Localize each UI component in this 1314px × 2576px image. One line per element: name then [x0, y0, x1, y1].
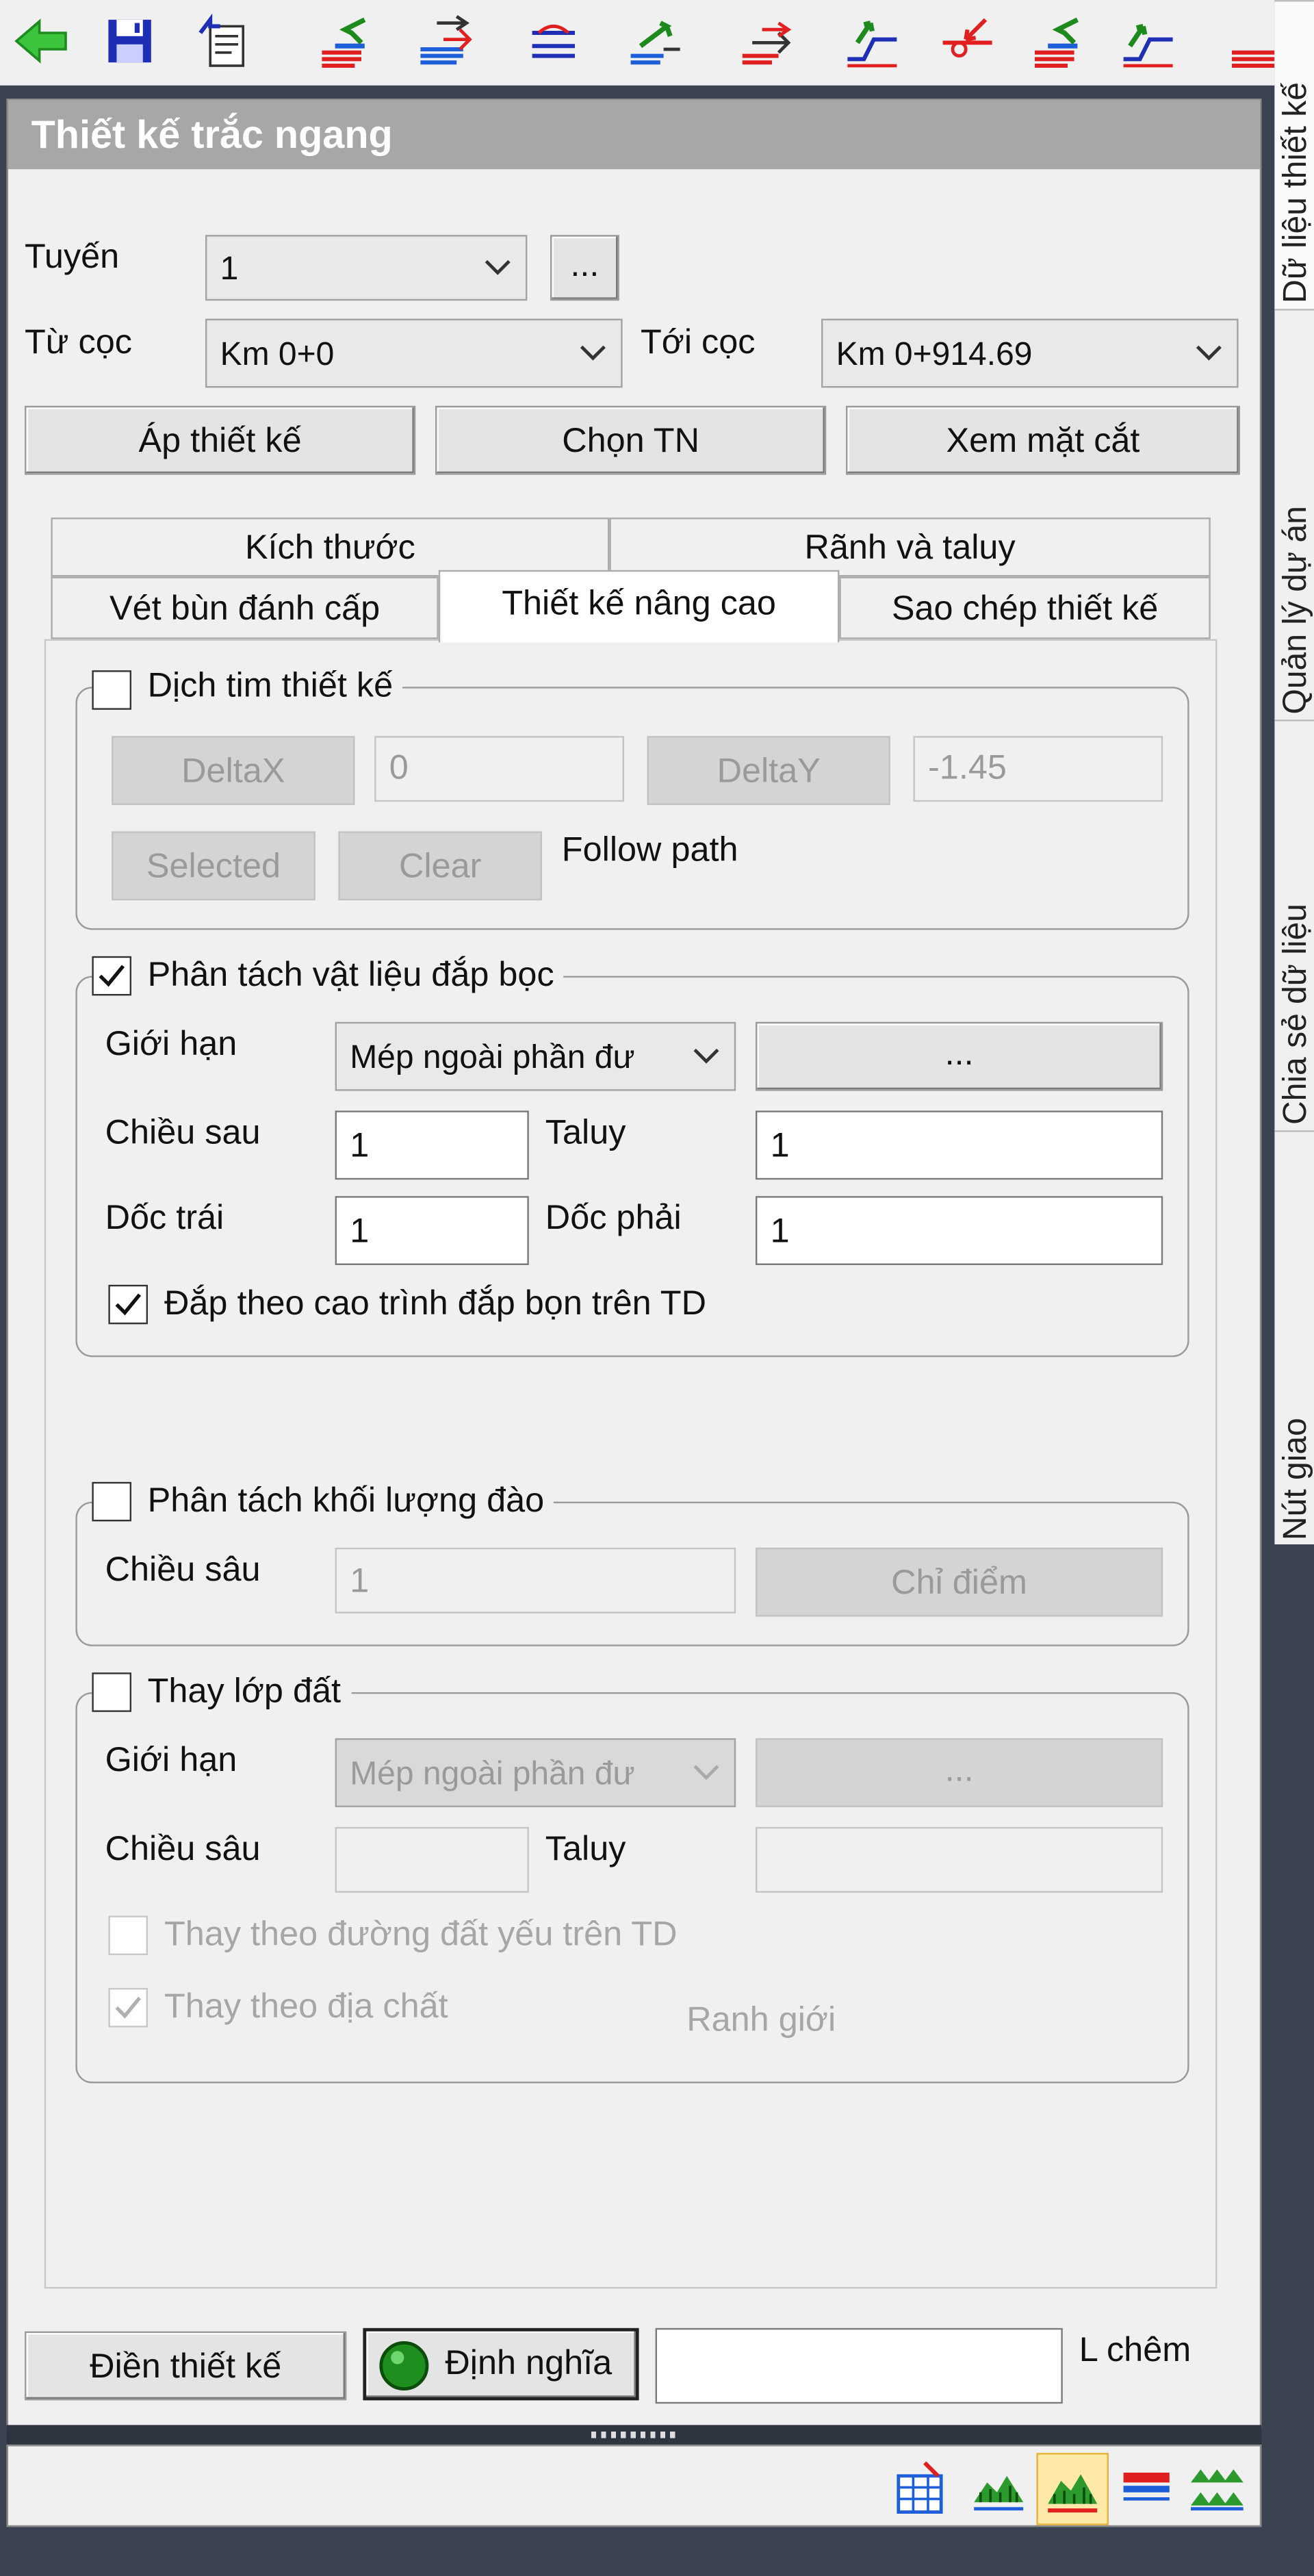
arrow-layer-icon[interactable] [736, 10, 798, 72]
fill-limit-label: Giới hạn [105, 1025, 237, 1063]
road-section-icon[interactable] [1118, 2460, 1174, 2516]
tab-copy-design[interactable]: Sao chép thiết kế [839, 576, 1211, 639]
intersect-icon[interactable] [936, 10, 999, 72]
soil-depth-label: Chiều sâu [105, 1830, 261, 1868]
tab-page: Dịch tim thiết kế DeltaX 0 DeltaY -1.45 … [44, 639, 1218, 2289]
dock-tab-share[interactable]: Chia sẻ dữ liệu [1274, 719, 1314, 1132]
fill-design-button[interactable]: Điền thiết kế [25, 2331, 347, 2401]
deltax-button[interactable]: DeltaX [112, 736, 355, 805]
cut-depth-input[interactable]: 1 [335, 1547, 736, 1614]
line-offset-icon[interactable] [522, 10, 584, 72]
route-select[interactable]: 1 [205, 235, 528, 301]
weak-soil-label: Thay theo đường đất yếu trên TD [164, 1915, 678, 1954]
terrain-active-icon[interactable] [1036, 2453, 1109, 2525]
chevron-down-icon [1196, 345, 1222, 361]
terrain-icon[interactable] [970, 2460, 1027, 2516]
l-wedge-input[interactable] [655, 2328, 1063, 2404]
define-button[interactable]: Định nghĩa [363, 2328, 639, 2401]
layer-up-icon[interactable] [624, 10, 686, 72]
back-arrow-icon[interactable] [10, 10, 72, 72]
right-slope-label: Dốc phải [545, 1199, 682, 1238]
apply-design-button[interactable]: Áp thiết kế [25, 405, 416, 475]
from-station-select[interactable]: Km 0+0 [205, 318, 623, 388]
table-grid-icon[interactable] [892, 2460, 948, 2516]
fill-option-checkbox[interactable] [108, 1284, 149, 1325]
layer-move-icon[interactable] [414, 10, 476, 72]
tab-advanced-design[interactable]: Thiết kế nâng cao [438, 570, 840, 643]
left-slope-label: Dốc trái [105, 1199, 224, 1238]
to-station-label: Tới cọc [641, 323, 756, 361]
from-station-label: Từ cọc [25, 323, 132, 361]
status-bar [6, 2445, 1262, 2527]
layer-more-icon[interactable] [1225, 10, 1275, 72]
soil-limit-label: Giới hạn [105, 1742, 237, 1780]
fill-depth-input[interactable]: 1 [335, 1110, 529, 1180]
fill-limit-more-button[interactable]: ... [756, 1021, 1163, 1091]
fill-taluy-input[interactable]: 1 [756, 1110, 1163, 1180]
fill-option-label: Đắp theo cao trình đắp bọn trên TD [164, 1284, 707, 1323]
route-more-button[interactable]: ... [550, 235, 619, 301]
deltay-input[interactable]: -1.45 [913, 736, 1163, 802]
fill-depth-label: Chiều sau [105, 1114, 261, 1152]
pick-point-button[interactable]: Chỉ điểm [756, 1547, 1163, 1617]
choose-terrain-button[interactable]: Chọn TN [435, 405, 827, 475]
view-section-button[interactable]: Xem mặt cắt [846, 405, 1241, 475]
soil-limit-more-button[interactable]: ... [756, 1738, 1163, 1807]
chevron-down-icon [693, 1765, 719, 1781]
deltax-input[interactable]: 0 [374, 736, 625, 802]
soil-taluy-input[interactable] [756, 1826, 1163, 1893]
geology-label: Thay theo địa chất [164, 1988, 448, 2026]
tab-mud-bench[interactable]: Vét bùn đánh cấp [51, 576, 439, 639]
soil-replace-checkbox[interactable] [92, 1673, 131, 1713]
dock-tab-design-data[interactable]: Dữ liệu thiết kế [1274, 0, 1314, 311]
cut-volume-title: Phân tách khối lượng đào [92, 1481, 554, 1522]
green-circle-icon [379, 2341, 429, 2391]
soil-taluy-label: Taluy [545, 1830, 626, 1868]
clear-button[interactable]: Clear [338, 831, 543, 901]
save-icon[interactable] [99, 10, 161, 72]
soil-limit-select[interactable]: Mép ngoài phần đư [335, 1738, 736, 1807]
weak-soil-checkbox[interactable] [108, 1915, 149, 1955]
boundary-label: Ranh giới [686, 2001, 836, 2039]
dock-tab-project[interactable]: Quản lý dự án [1274, 309, 1314, 721]
geology-checkbox[interactable] [108, 1988, 149, 2028]
slope-icon[interactable] [1117, 10, 1179, 72]
chevron-down-icon [485, 259, 511, 275]
shift-axis-title: Dịch tim thiết kế [92, 667, 403, 711]
splitter[interactable] [6, 2425, 1262, 2445]
grip-icon [591, 2432, 677, 2438]
soil-replace-title: Thay lớp đất [92, 1672, 351, 1713]
soil-depth-input[interactable] [335, 1826, 529, 1893]
selected-button[interactable]: Selected [112, 831, 315, 901]
fill-limit-select[interactable]: Mép ngoài phần đư [335, 1021, 736, 1091]
layer-swap-icon[interactable] [315, 10, 378, 72]
right-slope-input[interactable]: 1 [756, 1196, 1163, 1266]
shift-axis-checkbox[interactable] [92, 671, 131, 711]
left-slope-input[interactable]: 1 [335, 1196, 529, 1266]
layer-swap-2-icon[interactable] [1028, 10, 1090, 72]
panel-title: Thiết kế trắc ngang [8, 100, 1260, 170]
l-wedge-label: L chêm [1079, 2331, 1191, 2369]
fill-taluy-label: Taluy [545, 1114, 626, 1152]
fill-material-checkbox[interactable] [92, 956, 131, 997]
dock-tab-junction[interactable]: Nút giao [1274, 1130, 1314, 1546]
tab-dimensions[interactable]: Kích thước [51, 518, 610, 577]
fill-material-title: Phân tách vật liệu đắp bọc [92, 956, 565, 997]
slope-up-icon[interactable] [841, 10, 903, 72]
multi-terrain-icon[interactable] [1187, 2460, 1244, 2516]
cut-depth-label: Chiều sâu [105, 1551, 261, 1589]
cut-volume-checkbox[interactable] [92, 1482, 131, 1522]
cross-section-panel: Thiết kế trắc ngang Tuyến 1 ... Từ cọc K… [6, 99, 1262, 2429]
side-dock: Dữ liệu thiết kế Quản lý dự án Chia sẻ d… [1274, 0, 1314, 1544]
chevron-down-icon [580, 345, 606, 361]
deltay-button[interactable]: DeltaY [647, 736, 890, 805]
to-station-select[interactable]: Km 0+914.69 [821, 318, 1239, 388]
follow-path-label: Follow path [561, 831, 738, 869]
paste-icon[interactable] [190, 10, 253, 72]
tab-ditch-slope[interactable]: Rãnh và taluy [609, 518, 1211, 577]
chevron-down-icon [693, 1048, 719, 1064]
route-label: Tuyến [25, 238, 120, 277]
toolbar [0, 0, 1275, 86]
